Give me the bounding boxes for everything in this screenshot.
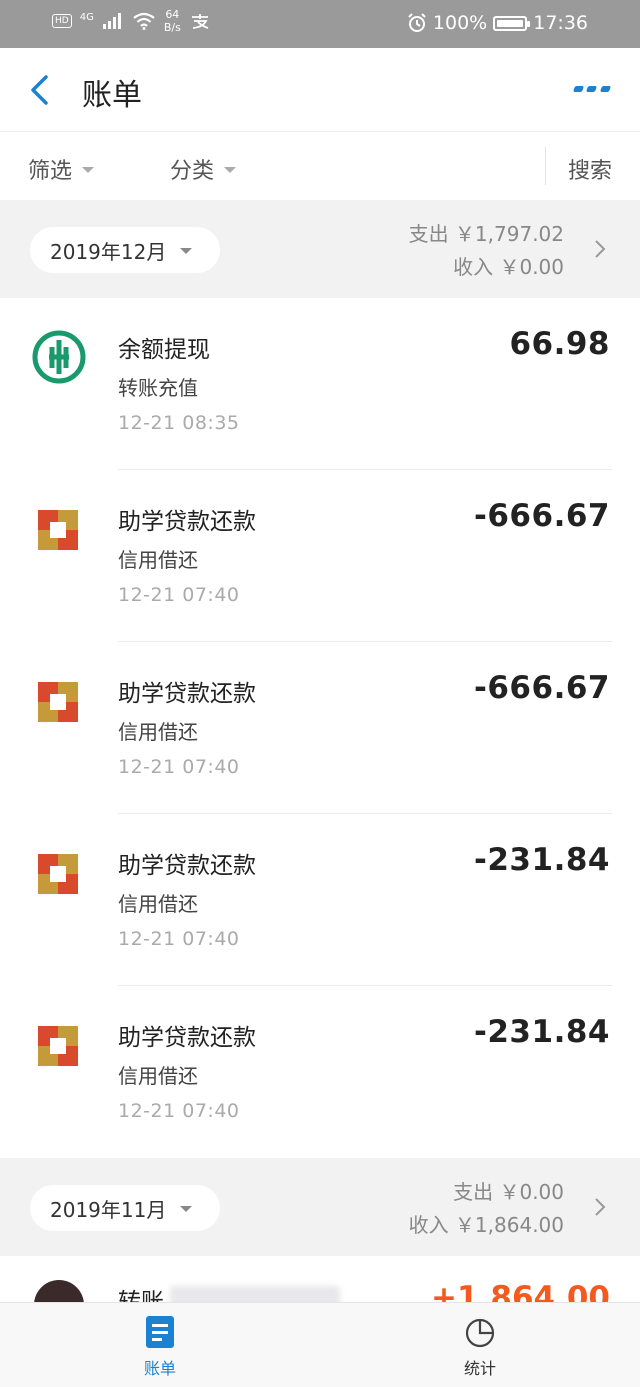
filter-dropdown[interactable]: 筛选 (28, 153, 95, 185)
transaction-amount: -231.84 (474, 1014, 610, 1050)
transaction-time: 12-21 08:35 (118, 412, 240, 434)
transaction-category: 信用借还 (118, 548, 198, 572)
transaction-amount: -231.84 (474, 842, 610, 878)
loan-icon (38, 682, 78, 722)
month-income: 收入 ￥0.00 (453, 255, 564, 279)
alarm-icon (408, 13, 426, 32)
transaction-name: 助学贷款还款 (118, 1025, 256, 1051)
transaction-amount: -666.67 (474, 498, 610, 534)
net-speed-unit: B/s (163, 21, 181, 34)
divider (545, 147, 546, 185)
wifi-icon (133, 12, 155, 30)
tab-label: 统计 (463, 1359, 496, 1378)
transaction-name: 助学贷款还款 (118, 509, 256, 535)
alipay-icon (191, 14, 209, 29)
transaction-name: 助学贷款还款 (118, 853, 256, 879)
transaction-category: 转账充值 (118, 376, 198, 400)
transaction-category: 信用借还 (118, 1064, 198, 1088)
transaction-name: 余额提现 (118, 337, 210, 363)
month-income: 收入 ￥1,864.00 (408, 1213, 564, 1237)
transaction-amount: -666.67 (474, 670, 610, 706)
transaction-time: 12-21 07:40 (118, 928, 240, 950)
transaction-category: 信用借还 (118, 720, 198, 744)
bill-icon (146, 1316, 174, 1348)
chevron-right-icon[interactable] (594, 1197, 606, 1217)
month-selector[interactable]: 2019年12月 (30, 227, 220, 273)
tab-bill[interactable]: 账单 (120, 1315, 200, 1379)
search-button[interactable]: 搜索 (568, 153, 612, 185)
transaction-item[interactable]: 助学贷款还款 信用借还 12-21 07:40 -666.67 (0, 642, 640, 814)
transaction-time: 12-21 07:40 (118, 1100, 240, 1122)
status-bar: HD 4G 64 B/s 100% 17:36 (0, 0, 640, 48)
transaction-time: 12-21 07:40 (118, 756, 240, 778)
loan-icon (38, 854, 78, 894)
transaction-time: 12-21 07:40 (118, 584, 240, 606)
app-header: 账单 (0, 48, 640, 132)
status-right: 100% 17:36 (407, 12, 588, 34)
transaction-item[interactable]: 助学贷款还款 信用借还 12-21 07:40 -231.84 (0, 814, 640, 986)
net-speed: 64 B/s (164, 8, 181, 34)
more-dots-icon[interactable] (572, 86, 612, 94)
tab-label: 账单 (143, 1359, 176, 1378)
page-title: 账单 (82, 78, 142, 113)
clock: 17:36 (533, 12, 588, 34)
filter-bar: 筛选 分类 搜索 (0, 133, 640, 199)
chevron-down-icon (82, 167, 95, 173)
network-label: 4G (79, 11, 94, 23)
transaction-item[interactable]: 助学贷款还款 信用借还 12-21 07:40 -231.84 (0, 986, 640, 1158)
tab-bar: 账单 统计 (0, 1302, 640, 1387)
month-label: 2019年12月 (50, 239, 167, 264)
transaction-item[interactable]: 余额提现 转账充值 12-21 08:35 66.98 (0, 298, 640, 470)
back-arrow-icon[interactable] (26, 72, 56, 108)
month-header[interactable]: 2019年12月 支出 ￥1,797.02 收入 ￥0.00 (0, 200, 640, 298)
transaction-item[interactable]: 转账 +1,864.00 (0, 1256, 640, 1306)
month-summary: 支出 ￥0.00 收入 ￥1,864.00 (409, 1176, 564, 1242)
month-expense: 支出 ￥1,797.02 (408, 222, 564, 246)
chevron-right-icon[interactable] (594, 239, 606, 259)
month-selector[interactable]: 2019年11月 (30, 1185, 220, 1231)
transaction-item[interactable]: 助学贷款还款 信用借还 12-21 07:40 -666.67 (0, 470, 640, 642)
month-summary: 支出 ￥1,797.02 收入 ￥0.00 (409, 218, 564, 284)
chevron-down-icon (224, 167, 237, 173)
signal-icon (102, 13, 121, 29)
loan-icon (38, 1026, 78, 1066)
month-expense: 支出 ￥0.00 (453, 1180, 564, 1204)
filter-label: 筛选 (28, 159, 73, 184)
battery-percent: 100% (432, 12, 488, 34)
loan-icon (38, 510, 78, 550)
status-left: HD 4G 64 B/s (52, 8, 211, 34)
category-label: 分类 (170, 159, 215, 184)
month-header[interactable]: 2019年11月 支出 ￥0.00 收入 ￥1,864.00 (0, 1158, 640, 1256)
transaction-name: 助学贷款还款 (118, 681, 256, 707)
hd-badge: HD (52, 14, 72, 28)
abc-bank-icon (32, 330, 86, 384)
month-label: 2019年11月 (50, 1197, 167, 1222)
net-speed-value: 64 (165, 8, 180, 21)
chevron-down-icon (180, 248, 193, 254)
transaction-category: 信用借还 (118, 892, 198, 916)
chevron-down-icon (180, 1206, 193, 1212)
category-dropdown[interactable]: 分类 (170, 153, 237, 185)
chart-pie-icon (465, 1318, 495, 1348)
battery-icon (493, 15, 531, 31)
transaction-amount: 66.98 (509, 326, 610, 362)
tab-statistics[interactable]: 统计 (440, 1315, 520, 1379)
